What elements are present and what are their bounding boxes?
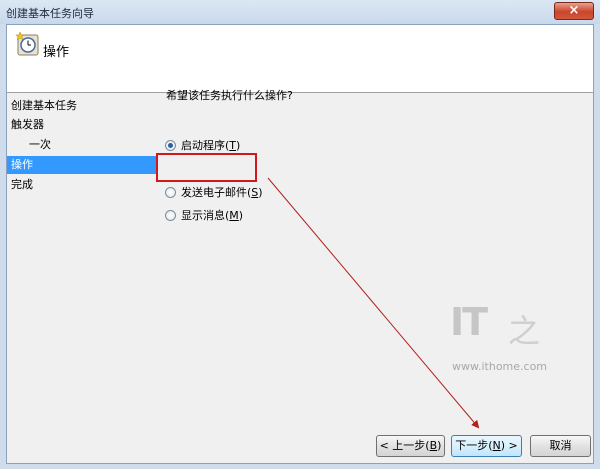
wizard-header: 操作 [7, 25, 593, 93]
option-show-message[interactable]: 显示消息(M) [165, 206, 243, 224]
option-start-program[interactable]: 启动程序(T) [165, 136, 240, 154]
option-show-message-label: 显示消息(M) [181, 209, 244, 222]
window-title: 创建基本任务向导 [6, 7, 94, 20]
wizard-window: 操作 创建基本任务 触发器 一次 操作 完成 [6, 24, 594, 464]
step-create-basic-task[interactable]: 创建基本任务 [7, 97, 157, 115]
radio-show-message[interactable] [165, 209, 176, 221]
back-button[interactable]: < 上一步(B) [376, 435, 445, 457]
task-clock-icon [15, 31, 39, 56]
highlight-box [156, 153, 257, 182]
radio-start-program[interactable] [165, 139, 176, 151]
step-finish[interactable]: 完成 [7, 176, 157, 194]
option-send-email[interactable]: 发送电子邮件(S) [165, 183, 263, 201]
ithome-logo-char: 之 [508, 312, 541, 350]
step-trigger[interactable]: 触发器 [7, 116, 157, 134]
ithome-watermark: IT 之 www.ithome.com [446, 300, 548, 380]
option-send-email-label: 发送电子邮件(S) [181, 186, 263, 199]
step-action[interactable]: 操作 [7, 156, 157, 174]
title-bar: 创建基本任务向导 × [0, 0, 600, 24]
cancel-button[interactable]: 取消 [530, 435, 591, 457]
radio-send-email[interactable] [165, 186, 176, 198]
next-button[interactable]: 下一步(N) > [451, 435, 522, 457]
close-button[interactable]: × [554, 2, 594, 20]
page-title: 操作 [43, 45, 70, 60]
question-text: 希望该任务执行什么操作? [166, 89, 293, 102]
step-once[interactable]: 一次 [7, 136, 157, 154]
option-start-program-label: 启动程序(T) [181, 139, 241, 152]
close-icon: × [568, 3, 580, 18]
ithome-url: www.ithome.com [452, 360, 548, 373]
wizard-steps: 创建基本任务 触发器 一次 操作 完成 [7, 94, 159, 394]
ithome-logo: IT [450, 300, 488, 344]
